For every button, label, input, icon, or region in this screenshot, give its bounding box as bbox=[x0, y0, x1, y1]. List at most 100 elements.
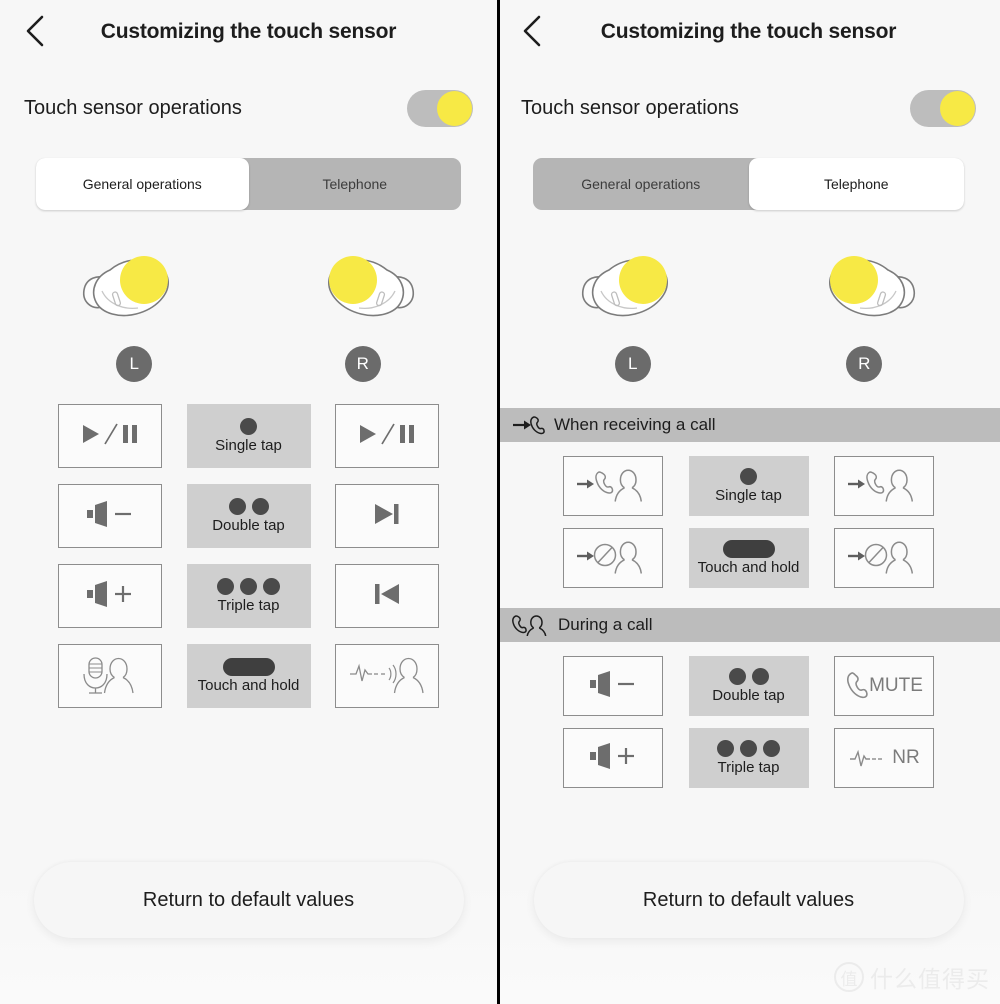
gesture-double-tap[interactable]: Double tap bbox=[688, 656, 809, 716]
earbud-right-badge: R bbox=[846, 346, 883, 382]
back-button[interactable] bbox=[18, 14, 52, 48]
gesture-label: Double tap bbox=[712, 686, 785, 704]
general-operations-grid: Single tap Double tap Triple tap Touch a… bbox=[0, 404, 497, 708]
touch-sensor-switch[interactable] bbox=[407, 89, 473, 127]
tap-dot-icon bbox=[228, 498, 246, 516]
section-header-during-call: During a call bbox=[497, 608, 1000, 642]
right-screen-telephone: Customizing the touch sensor Touch senso… bbox=[497, 0, 1000, 1004]
tab-switcher: General operations Telephone bbox=[533, 158, 964, 210]
touch-hold-icon bbox=[722, 539, 775, 558]
action-right-answer-call[interactable] bbox=[834, 456, 934, 516]
nr-label: NR bbox=[892, 747, 920, 768]
answer-call-icon bbox=[575, 466, 651, 507]
gesture-touch-and-hold[interactable]: Touch and hold bbox=[186, 644, 311, 708]
touch-sensor-switch[interactable] bbox=[910, 89, 976, 127]
mute-icon: MUTE bbox=[845, 671, 923, 701]
earbud-right[interactable]: R bbox=[804, 244, 924, 382]
earbud-left-icon bbox=[573, 244, 693, 334]
chevron-left-icon bbox=[521, 14, 543, 48]
dual-screenshot-container: Customizing the touch sensor Touch senso… bbox=[0, 0, 1000, 1004]
touch-sensor-toggle-row: Touch sensor operations bbox=[0, 80, 497, 136]
gesture-single-tap[interactable]: Single tap bbox=[688, 456, 809, 516]
operation-row: Single tap bbox=[58, 404, 439, 468]
return-to-default-button[interactable]: Return to default values bbox=[33, 862, 464, 938]
reject-call-icon bbox=[575, 538, 651, 579]
action-left-reject-call[interactable] bbox=[563, 528, 663, 588]
switch-knob bbox=[437, 90, 472, 126]
tap-dots-1 bbox=[240, 418, 257, 436]
tab-switcher: General operations Telephone bbox=[36, 158, 461, 210]
earbuds-illustration: L R bbox=[497, 244, 1000, 382]
earbud-left-badge: L bbox=[614, 346, 651, 382]
tap-dot-icon bbox=[728, 668, 746, 686]
watermark-logo-icon: 值 bbox=[834, 962, 864, 992]
hold-indicator bbox=[222, 657, 275, 676]
smzdm-watermark: 值 什么值得买 bbox=[834, 960, 990, 994]
earbud-left[interactable]: L bbox=[573, 244, 693, 382]
action-left-volume-down[interactable] bbox=[563, 656, 663, 716]
gesture-triple-tap[interactable]: Triple tap bbox=[186, 564, 311, 628]
operation-row: Touch and hold bbox=[563, 528, 934, 588]
tap-dot-icon bbox=[251, 498, 269, 516]
operation-row: Triple tap NR bbox=[563, 728, 934, 788]
volume-down-icon bbox=[584, 670, 642, 702]
earbud-right-icon bbox=[804, 244, 924, 334]
earbud-right-badge: R bbox=[344, 346, 381, 382]
hold-indicator bbox=[722, 539, 775, 558]
bottom-action-area: Return to default values bbox=[0, 844, 497, 1004]
earbuds-illustration: L R bbox=[0, 244, 497, 382]
back-button[interactable] bbox=[515, 14, 549, 48]
action-left-voice-assistant[interactable] bbox=[58, 644, 162, 708]
gesture-touch-and-hold[interactable]: Touch and hold bbox=[688, 528, 809, 588]
action-right-noise-reduction[interactable]: NR bbox=[834, 728, 934, 788]
action-left-volume-down[interactable] bbox=[58, 484, 162, 548]
return-to-default-button[interactable]: Return to default values bbox=[533, 862, 964, 938]
action-left-volume-up[interactable] bbox=[563, 728, 663, 788]
tap-dot-icon bbox=[717, 740, 734, 758]
action-right-reject-call[interactable] bbox=[834, 528, 934, 588]
play-pause-icon bbox=[77, 420, 143, 453]
section-header-receiving-call: When receiving a call bbox=[497, 408, 1000, 442]
tap-dot-icon bbox=[217, 578, 234, 596]
gesture-label: Single tap bbox=[215, 436, 282, 454]
operation-row: Double tap bbox=[58, 484, 439, 548]
earbud-left-badge: L bbox=[116, 346, 153, 382]
section-title: When receiving a call bbox=[554, 415, 716, 434]
during-call-icon bbox=[511, 614, 551, 636]
gesture-double-tap[interactable]: Double tap bbox=[186, 484, 311, 548]
earbud-right[interactable]: R bbox=[303, 244, 423, 382]
left-screen-general-operations: Customizing the touch sensor Touch senso… bbox=[0, 0, 497, 1004]
earbud-left[interactable]: L bbox=[74, 244, 194, 382]
tab-general-operations[interactable]: General operations bbox=[533, 158, 749, 210]
gesture-label: Triple tap bbox=[217, 596, 280, 614]
action-right-mute[interactable]: MUTE bbox=[834, 656, 934, 716]
incoming-call-icon bbox=[511, 414, 547, 436]
gesture-single-tap[interactable]: Single tap bbox=[186, 404, 311, 468]
action-right-ambient-sound[interactable] bbox=[335, 644, 439, 708]
tab-general-operations[interactable]: General operations bbox=[36, 158, 249, 210]
tab-telephone[interactable]: Telephone bbox=[249, 158, 462, 210]
action-left-answer-call[interactable] bbox=[563, 456, 663, 516]
receiving-call-grid: Single tap Touch and hold bbox=[497, 456, 1000, 588]
gesture-label: Touch and hold bbox=[197, 676, 300, 694]
tap-dots-3 bbox=[717, 740, 780, 758]
operation-row: Triple tap bbox=[58, 564, 439, 628]
action-left-volume-up[interactable] bbox=[58, 564, 162, 628]
action-left-play-pause[interactable] bbox=[58, 404, 162, 468]
volume-up-icon bbox=[584, 742, 642, 774]
touch-sensor-toggle-row: Touch sensor operations bbox=[497, 80, 1000, 136]
ambient-sound-icon bbox=[347, 653, 427, 700]
operation-row: Double tap MUTE bbox=[563, 656, 934, 716]
gesture-triple-tap[interactable]: Triple tap bbox=[688, 728, 809, 788]
tap-dot-icon bbox=[240, 578, 257, 596]
gesture-label: Single tap bbox=[715, 486, 782, 504]
action-right-play-pause[interactable] bbox=[335, 404, 439, 468]
mute-label: MUTE bbox=[869, 675, 923, 696]
header-bar: Customizing the touch sensor bbox=[497, 0, 1000, 64]
tab-telephone[interactable]: Telephone bbox=[748, 158, 964, 210]
tap-dot-icon bbox=[763, 740, 780, 758]
header-bar: Customizing the touch sensor bbox=[0, 0, 497, 64]
action-right-previous-track[interactable] bbox=[335, 564, 439, 628]
action-right-next-track[interactable] bbox=[335, 484, 439, 548]
gesture-label: Triple tap bbox=[717, 758, 780, 776]
